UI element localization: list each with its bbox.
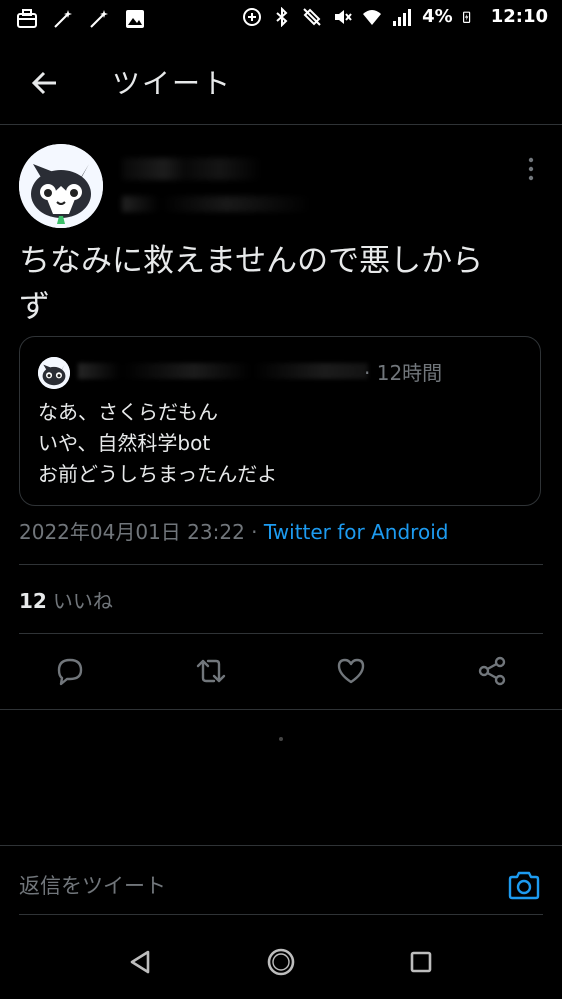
heart-icon	[337, 658, 365, 684]
quoted-text-line: お前どうしちまったんだよ	[38, 462, 278, 486]
nfc-icon	[303, 7, 321, 26]
author-handle-redacted	[122, 196, 312, 212]
tweet-timestamp-row: 2022年04月01日 23:22 · Twitter for Android	[19, 516, 448, 545]
nav-recents-button[interactable]	[406, 947, 436, 977]
divider	[0, 709, 562, 710]
nav-back-button[interactable]	[126, 947, 156, 977]
quoted-tweet-card[interactable]: · 12時間 なあ、さくらだもん いや、自然科学bot お前どうしちまったんだよ	[19, 336, 541, 506]
share-icon	[478, 656, 506, 686]
signal-icon	[393, 8, 412, 26]
quoted-author-avatar	[38, 357, 70, 389]
triangle-back-icon	[130, 950, 150, 974]
top-app-bar: ツイート	[0, 40, 562, 125]
quoted-tweet-time: · 12時間	[364, 361, 443, 385]
page-title: ツイート	[112, 67, 233, 100]
cat-avatar-image	[19, 144, 103, 228]
image-icon	[124, 8, 146, 30]
quoted-tweet-text: なあ、さくらだもん いや、自然科学bot お前どうしちまったんだよ	[38, 397, 277, 490]
quoted-text-line: なあ、さくらだもん	[38, 400, 218, 424]
arrow-left-icon	[31, 71, 56, 95]
divider	[19, 564, 543, 565]
bluetooth-icon	[276, 6, 288, 27]
square-recents-icon	[410, 951, 432, 973]
magic-wand-icon	[52, 8, 74, 30]
likes-count-row[interactable]: 12 いいね	[19, 585, 113, 614]
status-left-icons	[16, 8, 146, 30]
reply-input[interactable]: 返信をツイート	[19, 870, 166, 900]
more-options-button[interactable]	[521, 156, 541, 182]
circle-home-icon	[267, 948, 295, 976]
retweet-button[interactable]	[194, 654, 228, 688]
divider	[19, 633, 543, 634]
author-avatar[interactable]	[19, 144, 103, 228]
status-right-icons: 4% 12:10	[242, 6, 548, 27]
loading-indicator	[279, 737, 283, 741]
camera-button[interactable]	[506, 868, 542, 904]
battery-percent: 4%	[422, 6, 453, 27]
back-button[interactable]	[28, 66, 62, 100]
reply-button[interactable]	[53, 654, 87, 688]
tweet-text-line: ちなみに救えませんので悪しから	[19, 243, 484, 279]
more-vertical-icon	[528, 157, 534, 181]
divider	[19, 914, 543, 915]
battery-charging-icon	[462, 11, 470, 23]
separator: ·	[244, 520, 264, 544]
reply-icon	[57, 658, 83, 686]
quoted-author-name-redacted	[78, 363, 368, 379]
quoted-text-line: いや、自然科学bot	[38, 431, 211, 455]
cat-avatar-image	[38, 357, 70, 389]
nav-home-button[interactable]	[266, 947, 296, 977]
briefcase-icon	[16, 8, 38, 30]
mute-icon	[335, 9, 352, 24]
magic-wand-icon	[88, 8, 110, 30]
tweet-text: ちなみに救えませんので悪しから ず	[19, 238, 544, 330]
client-link[interactable]: Twitter for Android	[264, 520, 449, 544]
retweet-icon	[196, 659, 226, 683]
tweet-text-line: ず	[19, 289, 50, 325]
tweet-timestamp: 2022年04月01日 23:22	[19, 520, 245, 544]
camera-icon	[508, 871, 540, 900]
divider	[0, 845, 562, 846]
like-label: いいね	[52, 589, 113, 613]
share-button[interactable]	[475, 654, 509, 688]
like-count: 12	[19, 589, 47, 613]
clock: 12:10	[490, 6, 548, 27]
author-name-redacted	[122, 158, 262, 180]
data-saver-icon	[243, 7, 262, 26]
wifi-icon	[363, 9, 382, 25]
status-bar: 4% 12:10	[0, 0, 562, 40]
like-button[interactable]	[334, 654, 368, 688]
